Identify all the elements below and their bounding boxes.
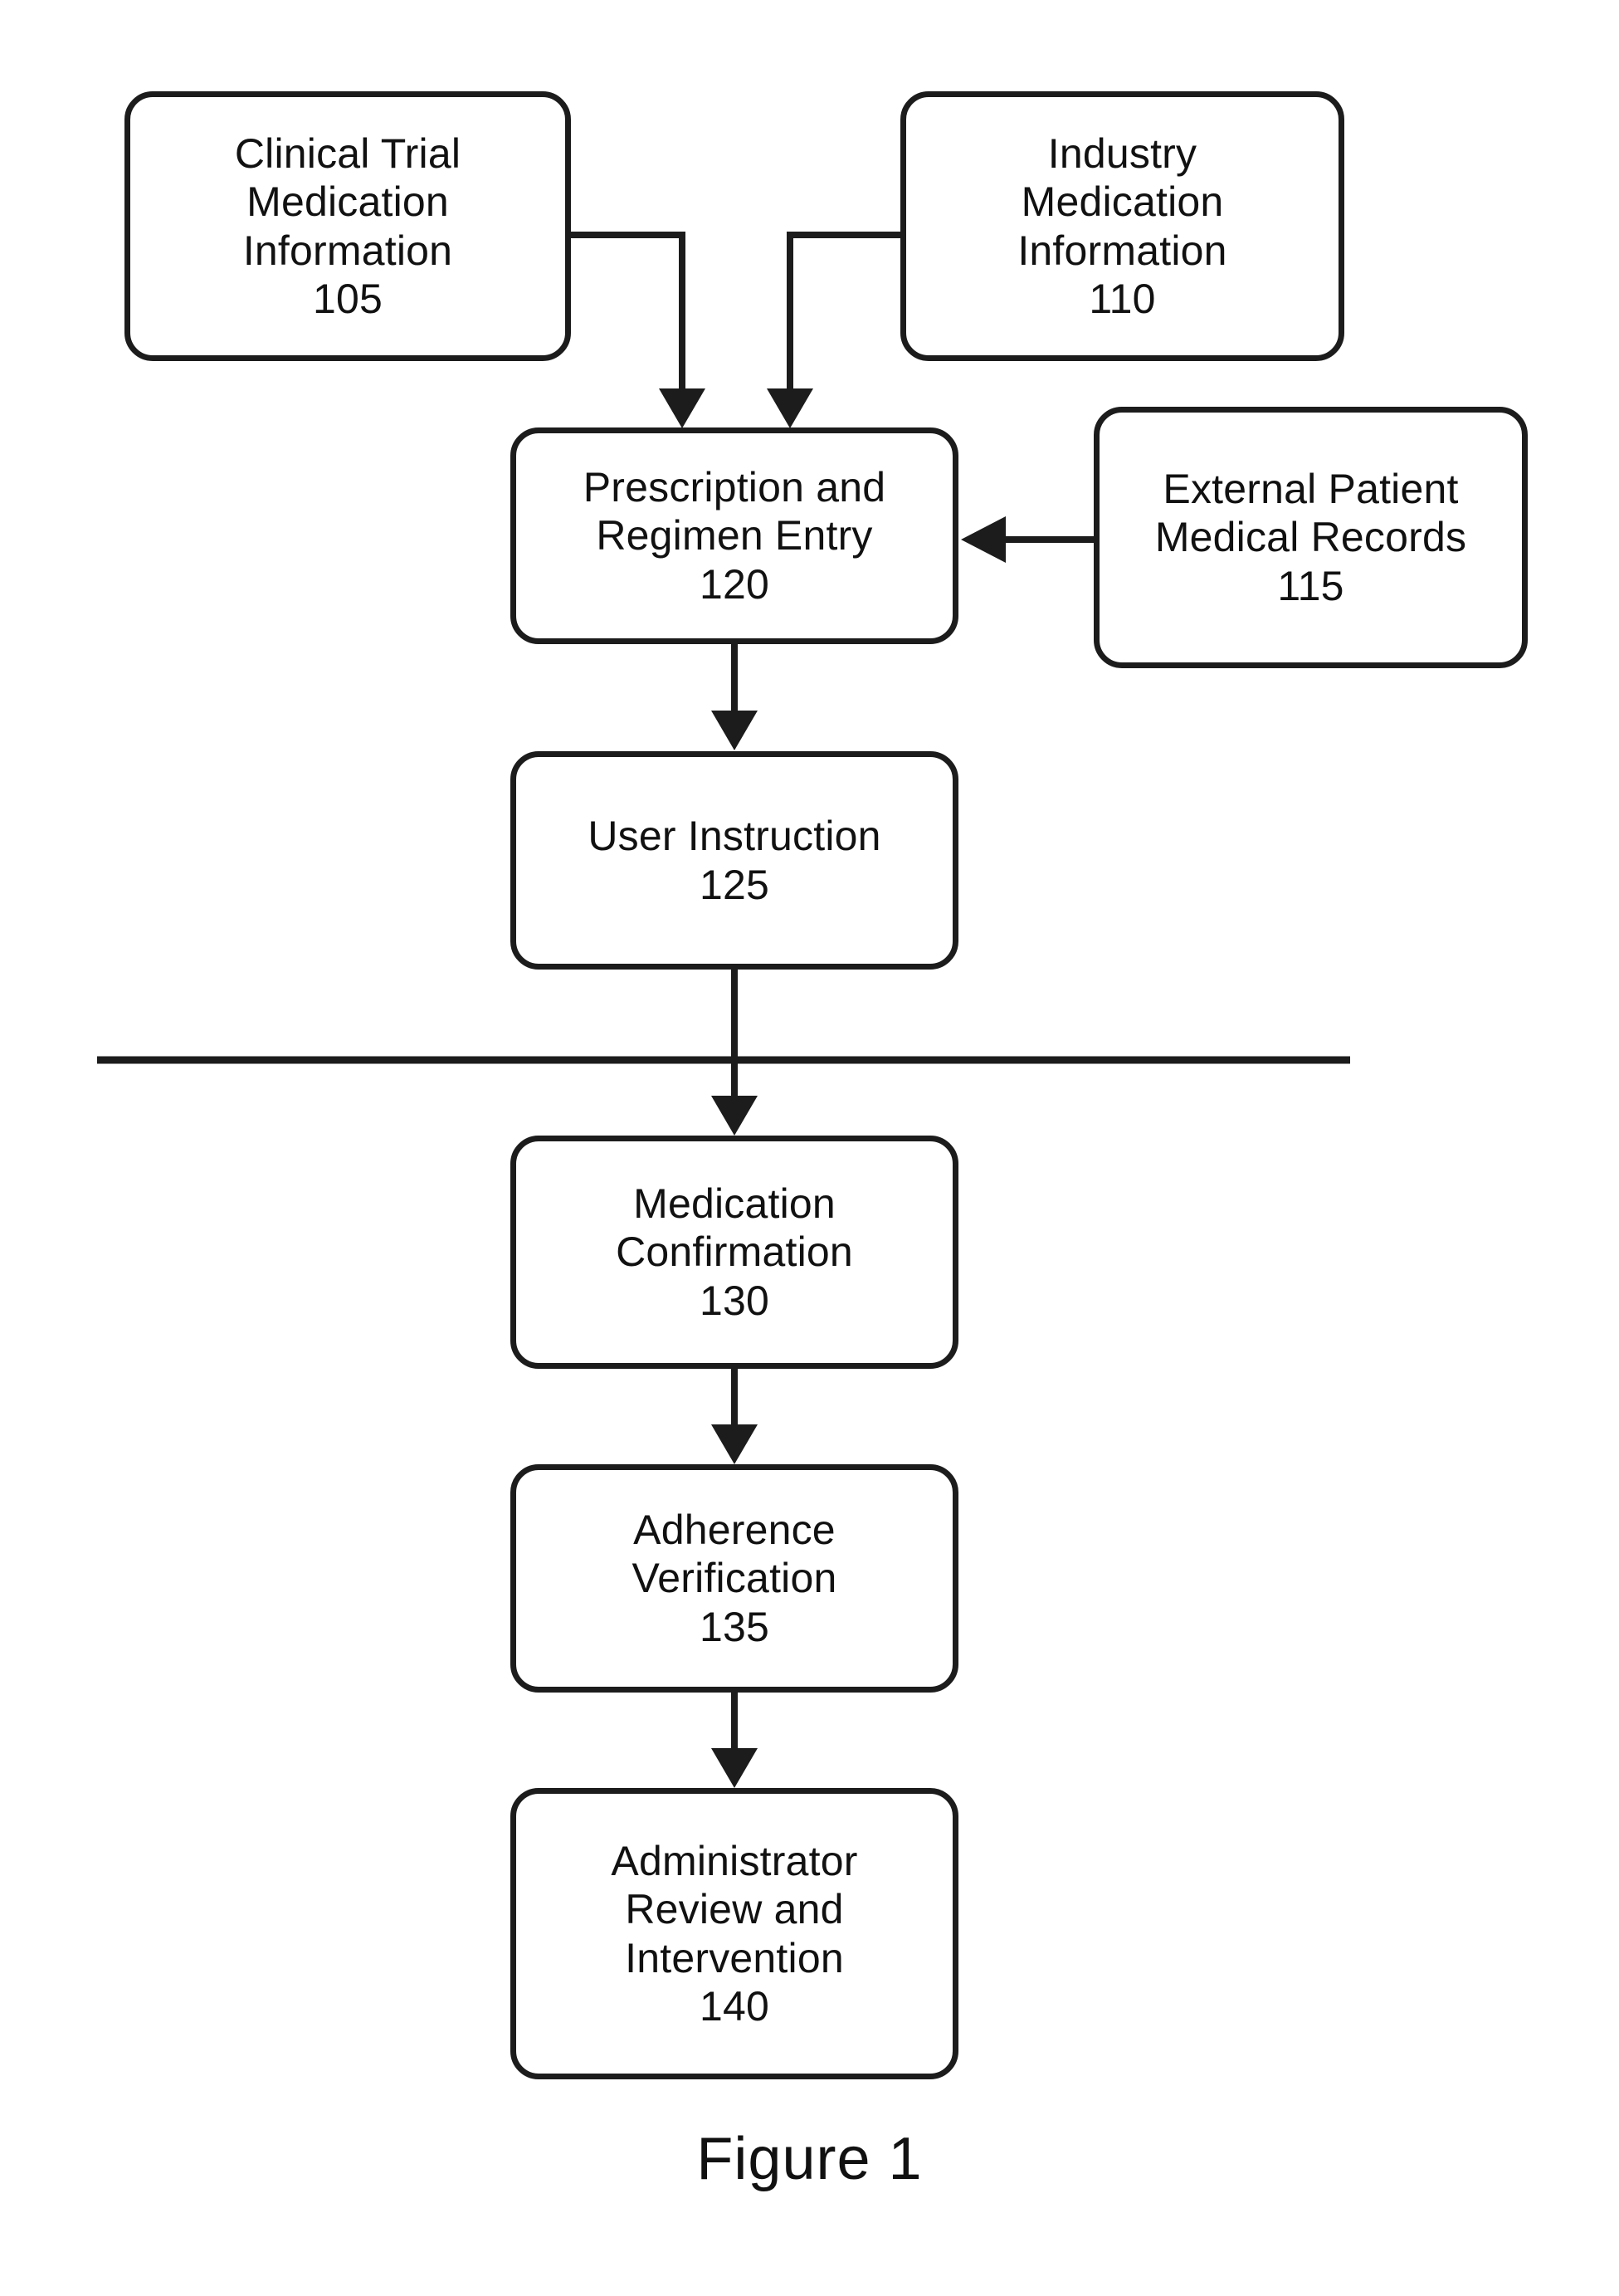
- node-105-line-1: Clinical Trial: [234, 129, 461, 177]
- node-130-reference-number: 130: [699, 1277, 770, 1324]
- node-medication-confirmation: Medication Confirmation 130: [510, 1136, 958, 1369]
- node-105-line-2: Medication: [246, 178, 449, 225]
- node-130-line-2: Confirmation: [616, 1229, 853, 1276]
- node-125-reference-number: 125: [699, 861, 770, 908]
- node-105-reference-number: 105: [312, 276, 383, 322]
- node-external-patient-medical-records: External Patient Medical Records 115: [1094, 407, 1528, 668]
- node-140-line-1: Administrator: [611, 1837, 858, 1884]
- node-110-line-1: Industry: [1047, 129, 1197, 177]
- node-industry-medication-information: Industry Medication Information 110: [900, 91, 1344, 361]
- node-120-line-2: Regimen Entry: [596, 512, 873, 559]
- connector-105-to-120: [571, 232, 705, 428]
- node-user-instruction: User Instruction 125: [510, 751, 958, 970]
- node-130-line-1: Medication: [633, 1180, 836, 1227]
- node-115-line-2: Medical Records: [1154, 514, 1467, 561]
- node-135-line-1: Adherence: [633, 1506, 836, 1553]
- connector-115-to-120: [961, 516, 1094, 563]
- node-115-line-1: External Patient: [1163, 465, 1459, 512]
- node-120-reference-number: 120: [699, 560, 770, 608]
- connector-130-to-135: [711, 1369, 758, 1464]
- node-105-line-3: Information: [242, 227, 453, 274]
- node-140-reference-number: 140: [699, 1983, 770, 2030]
- node-110-reference-number: 110: [1089, 276, 1156, 322]
- connector-135-to-140: [711, 1693, 758, 1788]
- connector-120-to-125: [711, 644, 758, 750]
- node-administrator-review-and-intervention: Administrator Review and Intervention 14…: [510, 1788, 958, 2079]
- node-adherence-verification: Adherence Verification 135: [510, 1464, 958, 1693]
- node-135-reference-number: 135: [699, 1603, 770, 1650]
- node-140-line-3: Intervention: [625, 1934, 844, 1981]
- node-120-line-1: Prescription and: [583, 463, 886, 510]
- figure-caption: Figure 1: [696, 2126, 923, 2192]
- node-115-reference-number: 115: [1277, 562, 1344, 609]
- node-125-line-1: User Instruction: [588, 813, 881, 859]
- node-110-line-3: Information: [1017, 227, 1227, 274]
- figure-page: Clinical Trial Medication Information 10…: [0, 0, 1619, 2296]
- node-135-line-2: Verification: [632, 1555, 837, 1602]
- node-110-line-2: Medication: [1021, 178, 1224, 225]
- node-140-line-2: Review and: [625, 1886, 844, 1932]
- node-prescription-and-regimen-entry: Prescription and Regimen Entry 120: [510, 427, 958, 644]
- connector-125-to-130: [711, 970, 758, 1136]
- connector-110-to-120: [767, 232, 900, 428]
- node-clinical-trial-medication-information: Clinical Trial Medication Information 10…: [124, 91, 571, 361]
